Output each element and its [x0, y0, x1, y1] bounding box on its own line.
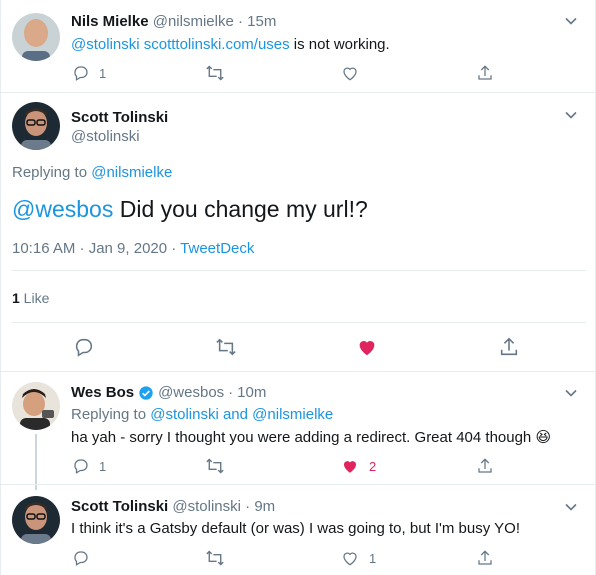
tweet3-like-icon[interactable] — [340, 456, 360, 476]
divider — [1, 484, 595, 485]
tweet1-share-icon[interactable] — [475, 63, 495, 83]
tweet3-like-count: 2 — [369, 459, 377, 474]
tweet1-retweet-icon[interactable] — [204, 63, 226, 83]
main-retweet-icon[interactable] — [214, 336, 238, 358]
tweet3-replying-and[interactable]: and — [219, 406, 252, 423]
tweet1-more-chevron-icon[interactable] — [564, 14, 582, 32]
tweet1-sep: · — [237, 13, 243, 30]
tweet4-text: I think it's a Gatsby default (or was) I… — [71, 520, 520, 537]
tweet1-handle[interactable]: @nilsmielke — [153, 13, 234, 30]
main-replying: Replying to @nilsmielke — [12, 164, 172, 181]
main-share-icon[interactable] — [497, 336, 521, 358]
tweet4-retweet-icon[interactable] — [204, 548, 226, 568]
main-source[interactable]: TweetDeck — [180, 240, 254, 257]
tweet1-mention[interactable]: @stolinski — [71, 36, 140, 53]
tweet4-sep: · — [245, 498, 251, 515]
tweet4-share-icon[interactable] — [475, 548, 495, 568]
avatar-scott-reply[interactable] — [12, 496, 60, 544]
tweet1-text-rest: is not working. — [289, 36, 390, 53]
main-replying-prefix: Replying to — [12, 164, 92, 181]
tweet4-text-body: I think it's a Gatsby default (or was) I… — [71, 520, 520, 537]
verified-badge-icon — [138, 385, 154, 401]
divider — [12, 270, 586, 271]
conversation-thread: Nils Mielke @nilsmielke · 15m @stolinski… — [0, 0, 596, 575]
tweet3-replying: Replying to @stolinski and @nilsmielke — [71, 406, 333, 423]
tweet4-like-count: 1 — [369, 551, 377, 566]
main-name[interactable]: Scott Tolinski — [71, 109, 168, 126]
tweet1-time[interactable]: 15m — [247, 13, 276, 30]
tweet1-reply-count: 1 — [99, 66, 107, 81]
divider — [1, 371, 595, 372]
tweet3-sep: · — [228, 384, 234, 401]
tweet3-retweet-icon[interactable] — [204, 456, 226, 476]
main-like-count: 1 — [12, 290, 20, 306]
tweet4-reply-icon[interactable] — [71, 548, 91, 568]
tweet3-reply-count: 1 — [99, 459, 107, 474]
main-replying-to[interactable]: @nilsmielke — [91, 164, 172, 181]
tweet4-time[interactable]: 9m — [254, 498, 275, 515]
main-handle[interactable]: @stolinski — [71, 128, 140, 145]
tweet4-like-icon[interactable] — [340, 548, 360, 568]
divider — [1, 92, 595, 93]
tweet4-more-chevron-icon[interactable] — [564, 500, 582, 518]
tweet3-replying-to-2[interactable]: @nilsmielke — [252, 406, 333, 423]
tweet3-header: Wes Bos @wesbos · 10m — [71, 384, 266, 401]
main-text-body: Did you change my url!? — [113, 196, 368, 222]
tweet3-reply-icon[interactable] — [71, 456, 91, 476]
tweet1-name[interactable]: Nils Mielke — [71, 13, 149, 30]
divider — [12, 322, 586, 323]
tweet1-url[interactable]: scotttolinski.com/uses — [144, 36, 290, 53]
main-meta: 10:16 AM · Jan 9, 2020 · TweetDeck — [12, 240, 254, 257]
tweet3-share-icon[interactable] — [475, 456, 495, 476]
tweet3-text: ha yah - sorry I thought you were adding… — [71, 428, 551, 446]
tweet3-replying-to-1[interactable]: @stolinski — [150, 406, 219, 423]
tweet3-time[interactable]: 10m — [237, 384, 266, 401]
tweet3-text-body: ha yah - sorry I thought you were adding… — [71, 429, 536, 446]
tweet1-header: Nils Mielke @nilsmielke · 15m — [71, 13, 276, 30]
avatar-wesbos[interactable] — [12, 382, 60, 430]
main-timestamp[interactable]: 10:16 AM · Jan 9, 2020 · — [12, 240, 180, 257]
main-likes[interactable]: 1 Like — [12, 290, 49, 306]
tweet3-name[interactable]: Wes Bos — [71, 384, 134, 401]
tweet4-header: Scott Tolinski @stolinski · 9m — [71, 498, 275, 515]
main-more-chevron-icon[interactable] — [564, 108, 582, 126]
main-mention[interactable]: @wesbos — [12, 196, 113, 222]
tweet1-reply-icon[interactable] — [71, 63, 91, 83]
tweet4-name[interactable]: Scott Tolinski — [71, 498, 168, 515]
main-like-label: Like — [19, 290, 50, 306]
avatar-nils[interactable] — [12, 13, 60, 61]
tweet3-handle[interactable]: @wesbos — [158, 384, 224, 401]
main-like-icon[interactable] — [355, 336, 379, 358]
tweet3-replying-prefix: Replying to — [71, 406, 151, 423]
main-text: @wesbos Did you change my url!? — [12, 196, 368, 223]
tweet4-handle[interactable]: @stolinski — [172, 498, 241, 515]
thread-line — [35, 434, 37, 490]
main-name-wrap: Scott Tolinski — [71, 109, 168, 126]
main-reply-icon[interactable] — [72, 336, 96, 358]
laughing-emoji-icon: 😆 — [535, 429, 552, 446]
tweet3-more-chevron-icon[interactable] — [564, 386, 582, 404]
main-handle-wrap: @stolinski — [71, 128, 140, 145]
tweet1-text: @stolinski scotttolinski.com/uses is not… — [71, 36, 390, 53]
avatar-scott[interactable] — [12, 102, 60, 150]
tweet1-like-icon[interactable] — [340, 63, 360, 83]
